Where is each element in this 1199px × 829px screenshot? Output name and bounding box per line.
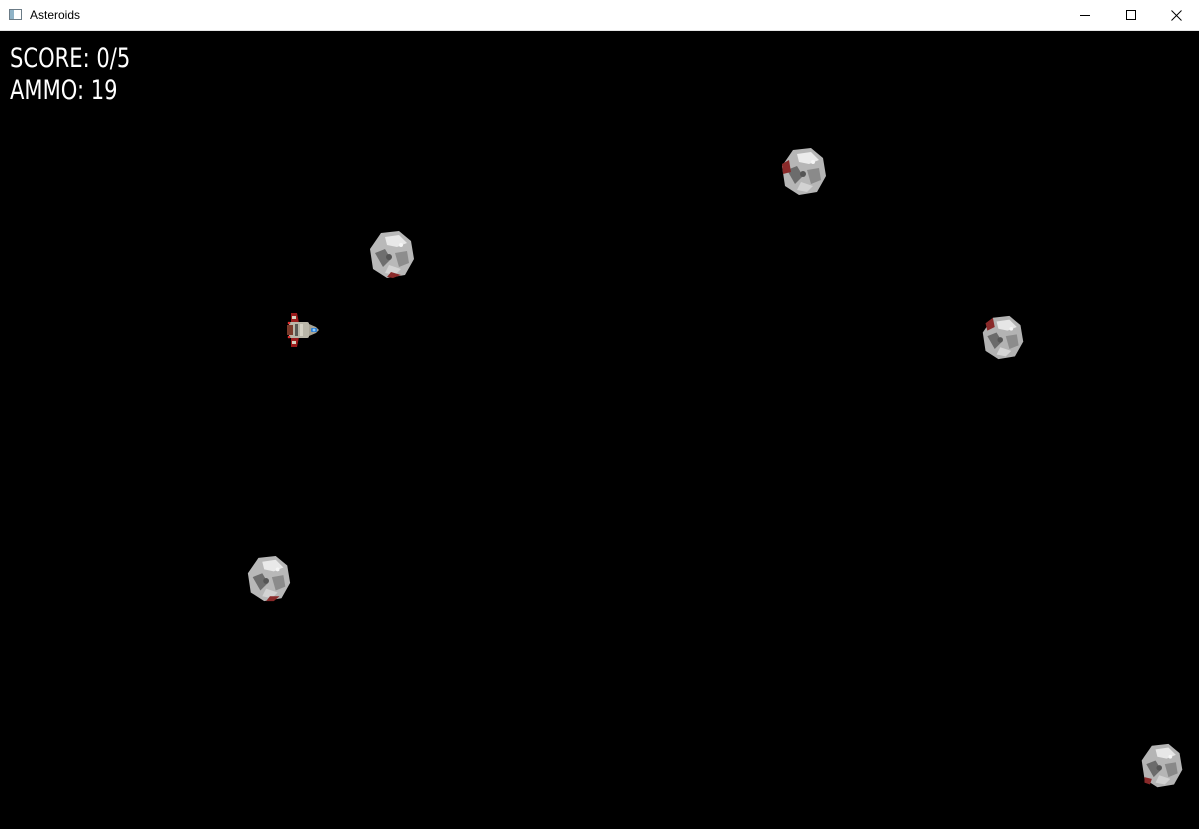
game-canvas[interactable]: SCORE: 0/5 AMMO: 19 [0, 31, 1199, 829]
score-display: SCORE: 0/5 [10, 43, 131, 74]
title-bar[interactable]: Asteroids [0, 0, 1199, 31]
close-icon [1170, 9, 1182, 21]
asteroid [778, 146, 830, 198]
maximize-icon [1126, 10, 1136, 20]
spaceship-icon [287, 313, 319, 347]
asteroid [245, 554, 293, 604]
ammo-display: AMMO: 19 [10, 75, 118, 106]
asteroid [980, 314, 1026, 362]
asteroid-icon [247, 555, 291, 602]
player-spaceship [283, 309, 323, 351]
asteroid-icon [982, 315, 1024, 360]
maximize-button[interactable] [1108, 0, 1154, 30]
asteroid-icon [1141, 743, 1183, 788]
asteroid-icon [782, 148, 826, 195]
asteroid [367, 229, 417, 281]
minimize-icon [1080, 15, 1090, 16]
close-button[interactable] [1153, 0, 1199, 30]
minimize-button[interactable] [1062, 0, 1108, 30]
asteroid [1137, 742, 1187, 790]
window-title: Asteroids [30, 8, 81, 22]
app-window-icon [9, 9, 22, 20]
game-window: Asteroids SCORE: 0/5 AMMO: 19 [0, 0, 1199, 829]
asteroid-icon [370, 231, 414, 278]
